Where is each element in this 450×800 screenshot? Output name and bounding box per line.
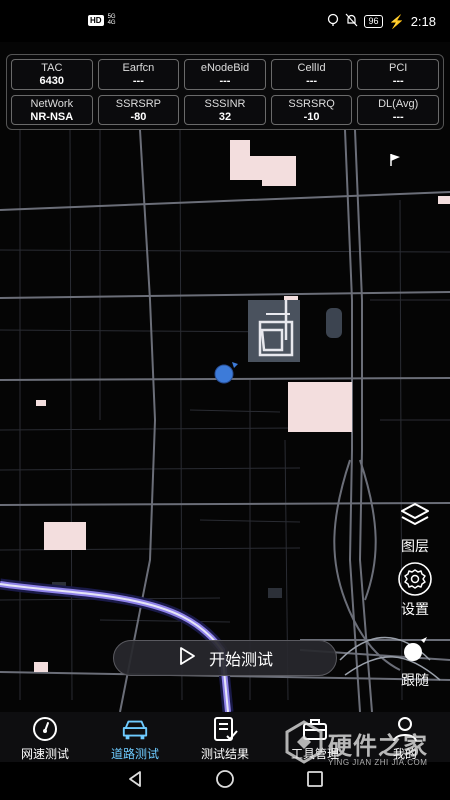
start-test-button[interactable]: 开始测试 — [113, 640, 337, 676]
settings-label: 设置 — [401, 602, 429, 618]
signal-info-grid: TAC 6430 Earfcn --- eNodeBid --- CellId … — [11, 59, 439, 125]
back-icon[interactable] — [126, 770, 144, 793]
info-label: TAC — [41, 62, 63, 74]
watermark-title: 硬件之家 — [328, 732, 428, 760]
info-cell-ssrsrq: SSRSRQ -10 — [270, 94, 353, 125]
tab-label: 道路测试 — [110, 747, 159, 761]
info-label: CellId — [297, 62, 326, 74]
gear-icon — [397, 561, 433, 597]
start-test-label: 开始测试 — [208, 650, 273, 669]
play-icon — [177, 646, 197, 671]
info-cell-pci: PCI --- — [357, 59, 439, 90]
tab-label: 测试结果 — [200, 747, 249, 761]
status-right: 96 ⚡ 2:18 — [327, 13, 436, 30]
campus-area — [52, 300, 342, 598]
info-label: SSRSRQ — [288, 97, 335, 110]
minor-streets — [0, 129, 450, 701]
watermark: 硬件之家 YING JIAN ZHI JIA.COM — [282, 714, 442, 774]
settings-button[interactable]: 设置 — [392, 561, 438, 619]
info-cell-enodebid: eNodeBid --- — [184, 59, 266, 90]
info-value: -10 — [303, 110, 320, 123]
info-cell-tac: TAC 6430 — [11, 59, 93, 90]
car-icon — [121, 716, 149, 742]
info-cell-cellid: CellId --- — [270, 59, 353, 90]
info-label: SSRSRP — [115, 97, 162, 110]
mute-bell-icon — [345, 13, 358, 30]
checklist-icon — [211, 716, 239, 742]
follow-location-icon — [397, 632, 433, 668]
info-label: Earfcn — [122, 62, 155, 74]
info-cell-dl-avg: DL(Avg) --- — [357, 94, 439, 125]
speedometer-icon — [31, 716, 59, 742]
alarm-icon — [327, 13, 339, 30]
info-value: 32 — [218, 110, 232, 123]
info-value: --- — [219, 75, 231, 87]
info-value: 6430 — [39, 75, 65, 87]
info-label: eNodeBid — [200, 62, 250, 74]
layers-icon — [397, 498, 433, 534]
tab-speed-test[interactable]: 网速测试 — [0, 712, 90, 762]
battery-indicator: 96 — [364, 15, 383, 28]
watermark-logo-icon — [285, 720, 323, 764]
map-canvas — [0, 129, 450, 712]
map-view[interactable] — [0, 42, 450, 712]
layers-button[interactable]: 图层 — [392, 498, 438, 556]
flag-marker-icon — [390, 154, 400, 166]
info-cell-earfcn: Earfcn --- — [97, 59, 180, 90]
info-label: SSSINR — [204, 97, 246, 110]
watermark-subtitle: YING JIAN ZHI JIA.COM — [328, 758, 428, 767]
clock: 2:18 — [410, 14, 436, 29]
info-value: --- — [306, 75, 318, 87]
charging-icon: ⚡ — [388, 13, 405, 29]
hd-badge: HD — [88, 14, 104, 26]
network-type: 5G 4G — [108, 14, 116, 26]
network-indicators: HD 5G 4G — [88, 14, 116, 26]
info-value: -80 — [130, 110, 147, 123]
main-roads — [0, 129, 450, 712]
status-bar: HD 5G 4G 96 ⚡ 2:18 — [0, 0, 450, 42]
layers-label: 图层 — [401, 539, 429, 555]
info-cell-ssrsrp: SSRSRP -80 — [97, 94, 180, 125]
info-value: --- — [392, 110, 404, 123]
follow-button[interactable]: 跟随 — [392, 632, 438, 690]
info-value: --- — [132, 75, 144, 87]
info-cell-sssinr: SSSINR 32 — [184, 94, 266, 125]
tab-label: 网速测试 — [20, 747, 69, 761]
tab-test-results[interactable]: 测试结果 — [180, 712, 270, 762]
tab-road-test[interactable]: 道路测试 — [90, 712, 180, 762]
info-cell-network: NetWork NR-NSA — [11, 94, 93, 125]
signal-info-panel: TAC 6430 Earfcn --- eNodeBid --- CellId … — [6, 54, 444, 130]
home-icon[interactable] — [215, 769, 235, 794]
info-label: NetWork — [30, 97, 74, 110]
info-value: --- — [392, 75, 404, 87]
follow-label: 跟随 — [401, 673, 429, 689]
info-value: NR-NSA — [30, 110, 74, 123]
info-label: PCI — [389, 62, 408, 74]
network-type-bottom: 4G — [107, 20, 116, 26]
info-label: DL(Avg) — [378, 97, 419, 110]
